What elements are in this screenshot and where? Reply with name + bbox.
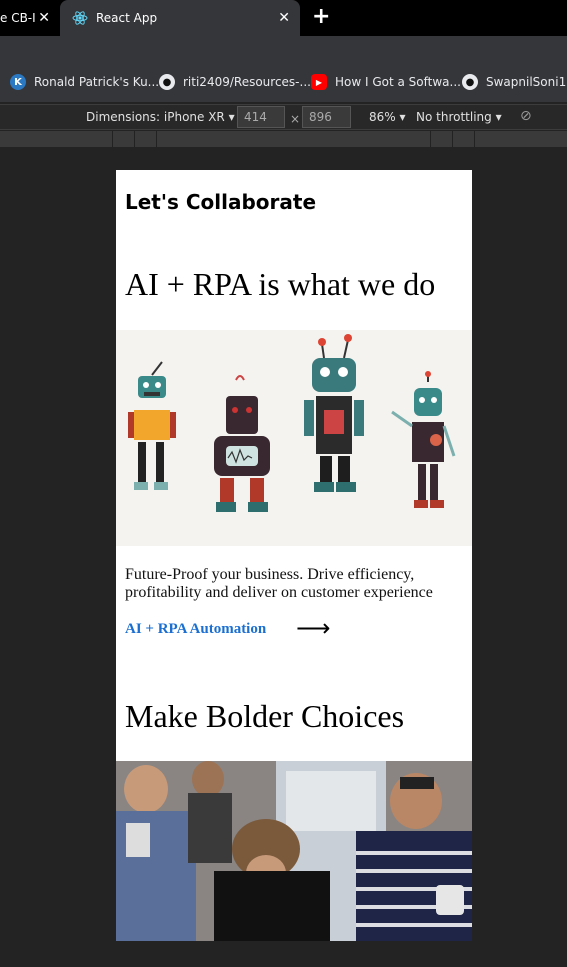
team-photo [116, 761, 472, 941]
github-icon: ● [462, 74, 478, 90]
section-heading: Make Bolder Choices [125, 698, 405, 734]
automation-link[interactable]: AI + RPA Automation [125, 621, 266, 638]
rotate-disabled-icon[interactable]: ⊘ [520, 108, 532, 124]
robot-teal [304, 334, 364, 492]
new-tab-icon[interactable]: + [312, 4, 330, 29]
device-toolbar: Dimensions: iPhone XR ▾ 414 × 896 86% ▾ … [0, 104, 567, 130]
youtube-icon: ▶ [311, 74, 327, 90]
throttling-dropdown[interactable]: No throttling ▾ [416, 110, 502, 124]
times-label: × [290, 112, 301, 126]
bookmark-item[interactable]: ● SwapnilSoni199 [462, 74, 567, 90]
dimensions-dropdown[interactable]: Dimensions: iPhone XR ▾ [86, 110, 235, 124]
robot-red [391, 371, 456, 508]
tab-active[interactable]: React App ✕ [60, 0, 300, 36]
robot-yellow [128, 361, 176, 490]
tab-label: React App [96, 11, 158, 25]
hero-heading: AI + RPA is what we do [125, 266, 436, 302]
zoom-dropdown[interactable]: 86% ▾ [369, 110, 406, 124]
brand-logo[interactable]: Let's Collaborate [125, 190, 316, 214]
bookmark-label: SwapnilSoni199 [486, 75, 567, 89]
bookmark-label: How I Got a Softwa... [335, 75, 461, 89]
bookmark-item[interactable]: ▶ How I Got a Softwa... [311, 74, 461, 90]
k-icon: K [10, 74, 26, 90]
tab-strip: e CB-I ✕ React App ✕ + [0, 0, 567, 36]
height-input[interactable]: 896 [302, 106, 351, 128]
react-icon [72, 11, 88, 25]
bookmark-label: Ronald Patrick's Ku... [34, 75, 160, 89]
throttling-label: No throttling [416, 110, 492, 124]
close-icon[interactable]: ✕ [38, 10, 50, 26]
bookmarks-bar: K Ronald Patrick's Ku... ● riti2409/Reso… [0, 66, 567, 102]
dimensions-label: Dimensions: iPhone XR [86, 110, 225, 124]
zoom-label: 86% [369, 110, 396, 124]
robot-dark [214, 375, 270, 512]
browser-toolbar [0, 36, 567, 66]
tab-inactive[interactable]: e CB-I ✕ [0, 0, 58, 36]
github-icon: ● [159, 74, 175, 90]
robots-illustration [116, 330, 472, 546]
bookmark-item[interactable]: K Ronald Patrick's Ku... [10, 74, 159, 90]
close-icon[interactable]: ✕ [278, 10, 290, 26]
bookmark-item[interactable]: ● riti2409/Resources-... [159, 74, 311, 90]
emulated-page: Let's Collaborate AI + RPA is what we do [116, 170, 472, 941]
bookmark-label: riti2409/Resources-... [183, 75, 311, 89]
tab-label: e CB-I [0, 11, 36, 25]
width-input[interactable]: 414 [237, 106, 285, 128]
device-ruler [0, 131, 567, 147]
hero-description: Future-Proof your business. Drive effici… [125, 566, 433, 601]
arrow-right-icon[interactable]: ⟶ [296, 614, 330, 642]
